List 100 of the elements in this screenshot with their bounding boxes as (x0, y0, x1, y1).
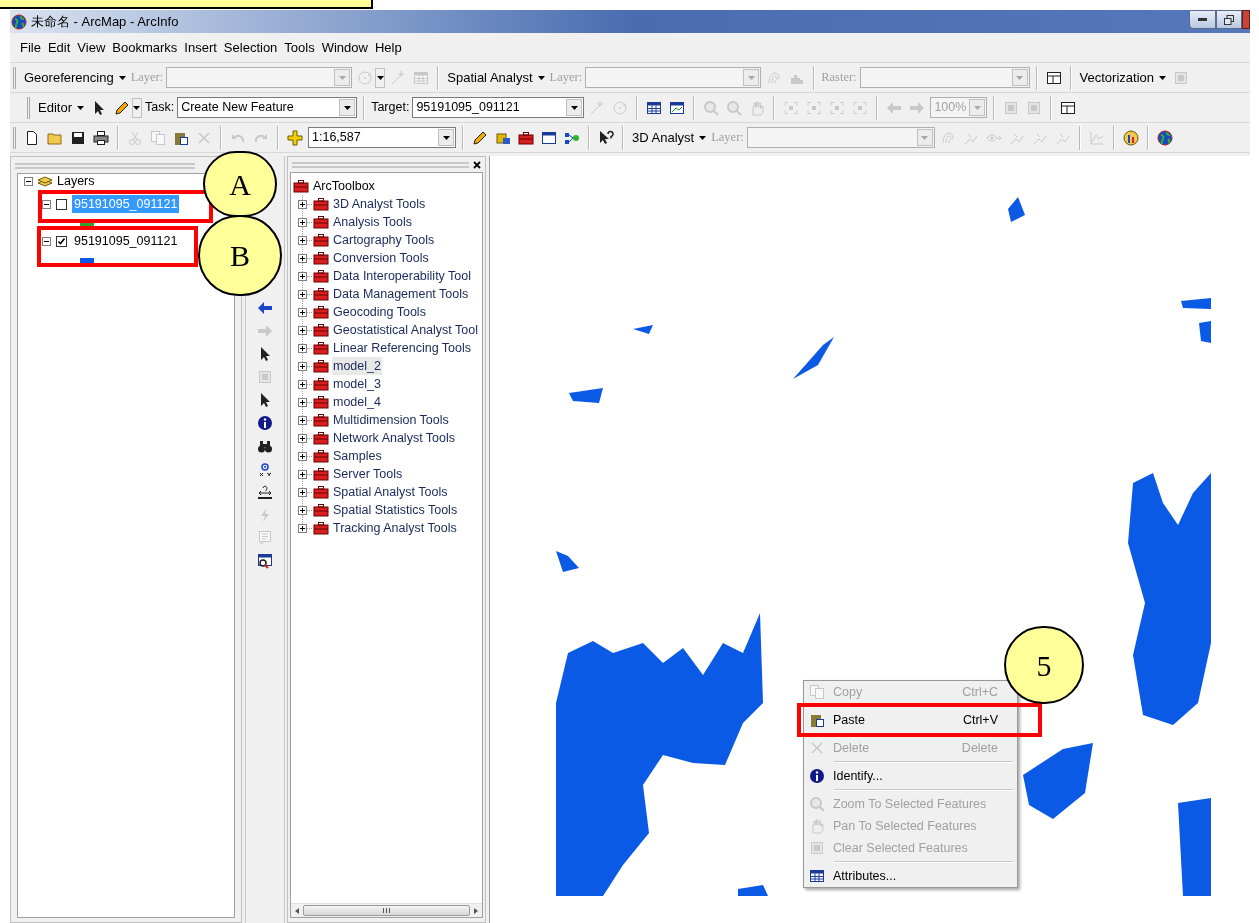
tree-label[interactable]: ArcToolbox (313, 176, 375, 196)
field-label: Layer: (130, 69, 164, 87)
expand-icon[interactable] (298, 199, 307, 209)
toolbox-item[interactable]: Tracking Analyst Tools (332, 518, 458, 538)
caret-icon (570, 105, 578, 110)
caret-icon[interactable] (131, 97, 142, 118)
checkbox[interactable] (56, 198, 67, 210)
toolbar-menu[interactable]: 3D Analyst (630, 126, 709, 149)
toolbox-icon (313, 520, 329, 536)
menu-item[interactable]: File (17, 37, 44, 58)
toolbox-icon (313, 268, 329, 284)
expand-icon[interactable] (298, 505, 307, 515)
expand-icon[interactable] (298, 379, 307, 389)
menu-item[interactable]: Help (371, 37, 405, 58)
expand-icon[interactable] (298, 307, 307, 317)
toolbox-item[interactable]: Server Tools (332, 464, 404, 484)
toolbox-icon (313, 466, 329, 482)
expand-icon[interactable] (298, 253, 307, 263)
toolbox-icon (313, 412, 329, 428)
table-icon (809, 868, 825, 884)
grip-icon (383, 908, 390, 913)
toolbar-menu[interactable]: Editor (36, 96, 86, 119)
expand-icon[interactable] (298, 469, 307, 479)
toolbox-item[interactable]: Geocoding Tools (332, 302, 427, 322)
toolbar-menu[interactable]: Vectorization (1077, 66, 1168, 89)
menu-item[interactable]: Edit (44, 37, 74, 58)
toolbox-item[interactable]: model_4 (332, 392, 382, 412)
toolbox-item[interactable]: model_2 (332, 356, 382, 376)
field-label: Raster: (821, 69, 857, 87)
expand-icon[interactable] (298, 235, 307, 245)
expand-icon[interactable] (298, 343, 307, 353)
toolbox-item[interactable]: Conversion Tools (332, 248, 430, 268)
toolbar-menu[interactable]: Georeferencing (22, 66, 128, 89)
expand-icon[interactable] (298, 433, 307, 443)
caret-icon (442, 135, 450, 140)
expand-icon[interactable] (298, 487, 307, 497)
toolbar-grip[interactable] (13, 126, 16, 149)
toolbox-item[interactable]: model_3 (332, 374, 382, 394)
caret-icon (118, 75, 126, 80)
toolbox-item[interactable]: Linear Referencing Tools (332, 338, 473, 358)
toolbox-icon (313, 484, 329, 500)
menu-item[interactable]: Bookmarks (109, 37, 181, 58)
checkbox[interactable] (56, 235, 67, 247)
horizontal-scrollbar[interactable] (291, 903, 482, 917)
clear-icon (809, 840, 825, 856)
toolbox-item[interactable]: Multidimension Tools (332, 410, 450, 430)
toolbar-grip[interactable] (27, 96, 30, 119)
dropdown-field[interactable]: 1:16,587 (308, 127, 456, 148)
tree-label[interactable]: Layers (57, 174, 95, 188)
toolbox-item[interactable]: Spatial Analyst Tools (332, 482, 449, 502)
expand-icon[interactable] (298, 415, 307, 425)
toolbox-item[interactable]: Samples (332, 446, 383, 466)
restore-button[interactable] (1216, 10, 1242, 29)
close-button[interactable] (1242, 10, 1250, 29)
toolbox-item[interactable]: Data Management Tools (332, 284, 470, 304)
toolbox-item[interactable]: Cartography Tools (332, 230, 436, 250)
layer-label[interactable]: 95191095_091121 (72, 231, 180, 251)
menu-item[interactable]: Identify... (806, 765, 1002, 787)
menu-item[interactable]: View (74, 37, 109, 58)
minimize-button[interactable] (1189, 10, 1216, 29)
toolbox-item[interactable]: Geostatistical Analyst Tool (332, 320, 479, 340)
toolbox-icon (313, 376, 329, 392)
panel-grip[interactable] (15, 163, 195, 169)
caret-icon (1016, 75, 1024, 80)
toolbox-item[interactable]: Data Interoperability Tool (332, 266, 473, 286)
dropdown-field[interactable]: Create New Feature (177, 97, 358, 118)
panel-grip[interactable] (292, 162, 469, 168)
expand-icon[interactable] (298, 271, 307, 281)
caret-icon (76, 105, 84, 110)
expand-icon[interactable] (298, 289, 307, 299)
caret-icon (343, 105, 351, 110)
toolbox-item[interactable]: Analysis Tools (332, 212, 413, 232)
expand-icon[interactable] (298, 397, 307, 407)
toolbox-icon (313, 448, 329, 464)
toolbox-icon (313, 502, 329, 518)
menu-item[interactable]: Insert (181, 37, 220, 58)
expand-icon[interactable] (298, 217, 307, 227)
menu-item[interactable]: Tools (281, 37, 318, 58)
expand-icon[interactable] (298, 523, 307, 533)
toolbox-item[interactable]: Spatial Statistics Tools (332, 500, 459, 520)
toolbox-item[interactable]: 3D Analyst Tools (332, 194, 427, 214)
toolbar-grip[interactable] (13, 66, 16, 89)
menu-item[interactable]: Window (318, 37, 371, 58)
close-icon[interactable] (471, 159, 483, 171)
collapse-icon[interactable] (42, 236, 51, 246)
menu-item[interactable]: Paste Ctrl+V (806, 709, 1002, 731)
dropdown-field[interactable]: 95191095_091121 (412, 97, 585, 118)
collapse-icon[interactable] (42, 199, 51, 209)
menu-item[interactable]: Selection (220, 37, 281, 58)
toolbar-menu[interactable]: Spatial Analyst (445, 66, 547, 89)
field-label: Layer: (711, 129, 744, 147)
toolbox-icon (313, 430, 329, 446)
expand-icon[interactable] (298, 451, 307, 461)
collapse-icon[interactable] (24, 176, 33, 186)
toolbox-item[interactable]: Network Analyst Tools (332, 428, 457, 448)
field-label: Task: (144, 99, 175, 117)
expand-icon[interactable] (298, 325, 307, 335)
menu-item[interactable]: Attributes... (806, 865, 1002, 887)
caret-icon[interactable] (375, 67, 386, 88)
expand-icon[interactable] (298, 361, 307, 371)
